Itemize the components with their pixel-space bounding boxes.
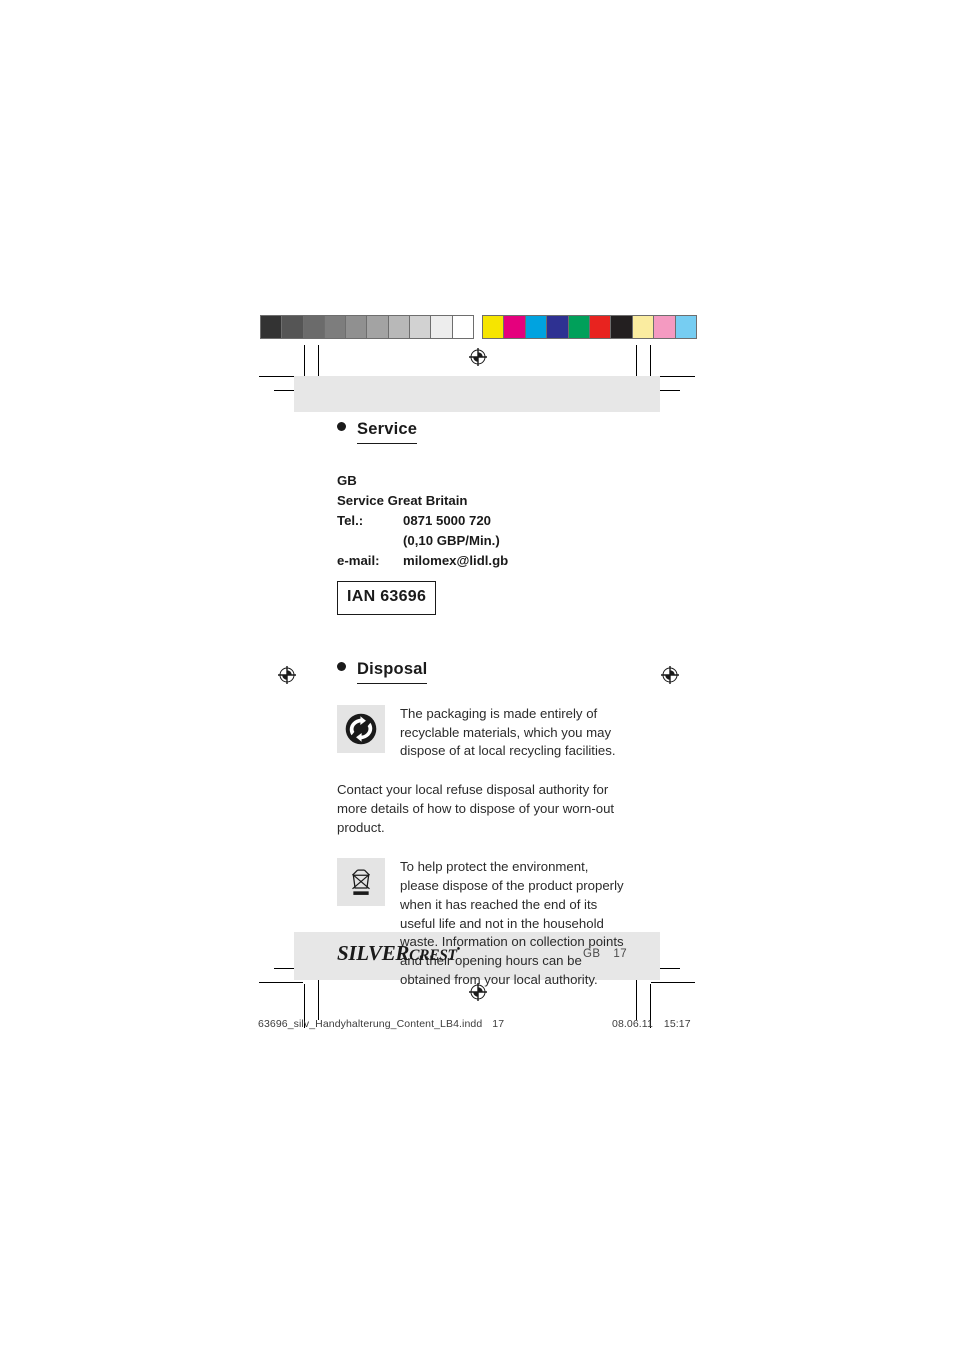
color-swatch-pink — [654, 316, 676, 338]
weee-disposal-text: To help protect the environment, please … — [400, 859, 624, 987]
ian-number-box: IAN 63696 — [337, 581, 437, 615]
slug-filename: 63696_silv_Handyhalterung_Content_LB4.in… — [258, 1018, 483, 1030]
service-tel-value: 0871 5000 720 — [403, 513, 492, 529]
registration-mark-top — [466, 345, 490, 369]
crop-mark — [636, 976, 637, 1020]
service-country-name: Service Great Britain — [337, 493, 468, 509]
refuse-authority-text: Contact your local refuse disposal autho… — [337, 782, 615, 835]
gray-swatch — [431, 316, 453, 338]
service-section-heading: Service — [337, 420, 627, 445]
silvercrest-brand-logo: SILVERCREST• — [337, 941, 460, 966]
brand-lower: CREST — [409, 947, 457, 964]
color-swatch-blue — [547, 316, 569, 338]
color-swatch-black — [611, 316, 633, 338]
brand-mark: • — [456, 944, 461, 955]
grayscale-step-wedge — [260, 315, 474, 339]
disposal-heading-label: Disposal — [357, 660, 428, 684]
service-tel-row: Tel.: 0871 5000 720 — [337, 511, 627, 531]
print-slug-timestamp: 08.06.11 15:17 — [612, 1018, 691, 1030]
color-swatch-green — [568, 316, 591, 338]
color-swatch-red — [590, 316, 612, 338]
brand-upper: SILVER — [337, 941, 410, 965]
packaging-disposal-text: The packaging is made entirely of recycl… — [400, 705, 616, 759]
page-content: Service GB Service Great Britain Tel.: 0… — [337, 420, 627, 989]
color-swatch-cyan — [525, 316, 548, 338]
service-tel-rate: (0,10 GBP/Min.) — [403, 533, 500, 549]
gray-swatch — [261, 316, 283, 338]
crop-mark — [318, 976, 319, 1020]
service-country-code: GB — [337, 473, 357, 489]
color-swatch-light-yellow — [632, 316, 655, 338]
gray-swatch — [388, 316, 411, 338]
gray-swatch — [452, 316, 473, 338]
service-heading-label: Service — [357, 420, 418, 445]
gray-swatch — [367, 316, 389, 338]
bullet-dot-icon — [337, 661, 346, 671]
print-calibration-bars — [260, 315, 697, 339]
service-email-row: e-mail: milomex@lidl.gb — [337, 551, 627, 571]
print-slug-filename: 63696_silv_Handyhalterung_Content_LB4.in… — [258, 1018, 504, 1030]
footer-locale: GB — [582, 947, 601, 960]
slug-time: 15:17 — [663, 1018, 691, 1030]
crop-mark — [651, 982, 695, 983]
weee-disposal-row: To help protect the environment, please … — [337, 858, 627, 989]
service-contact-block: GB Service Great Britain Tel.: 0871 5000… — [337, 471, 627, 615]
green-dot-recycling-icon — [337, 704, 385, 753]
crop-mark — [259, 982, 303, 983]
color-swatch-yellow — [483, 316, 505, 338]
slug-page-number: 17 — [492, 1018, 505, 1030]
color-swatch-light-blue — [675, 316, 697, 338]
bullet-dot-icon — [337, 422, 346, 431]
service-email-label: e-mail: — [337, 553, 380, 569]
crossed-out-wheelie-bin-icon — [337, 858, 385, 907]
gray-swatch — [346, 316, 368, 338]
gray-swatch — [303, 316, 325, 338]
gray-swatch — [282, 316, 304, 338]
color-swatch-magenta — [504, 316, 526, 338]
page-locale-and-number: GB 17 — [583, 948, 627, 960]
page-header-band — [294, 376, 660, 412]
footer-page-number: 17 — [613, 947, 627, 960]
gray-swatch — [324, 316, 347, 338]
registration-mark-right — [658, 663, 682, 687]
service-email-value: milomex@lidl.gb — [403, 553, 509, 569]
process-color-patches — [482, 315, 697, 339]
service-tel-label: Tel.: — [337, 513, 364, 529]
slug-date: 08.06.11 — [612, 1018, 653, 1030]
registration-mark-left — [275, 663, 299, 687]
packaging-disposal-row: The packaging is made entirely of recycl… — [337, 704, 627, 761]
disposal-section-heading: Disposal — [337, 660, 627, 684]
gray-swatch — [410, 316, 432, 338]
page-footer: SILVERCREST• GB 17 — [337, 941, 627, 966]
